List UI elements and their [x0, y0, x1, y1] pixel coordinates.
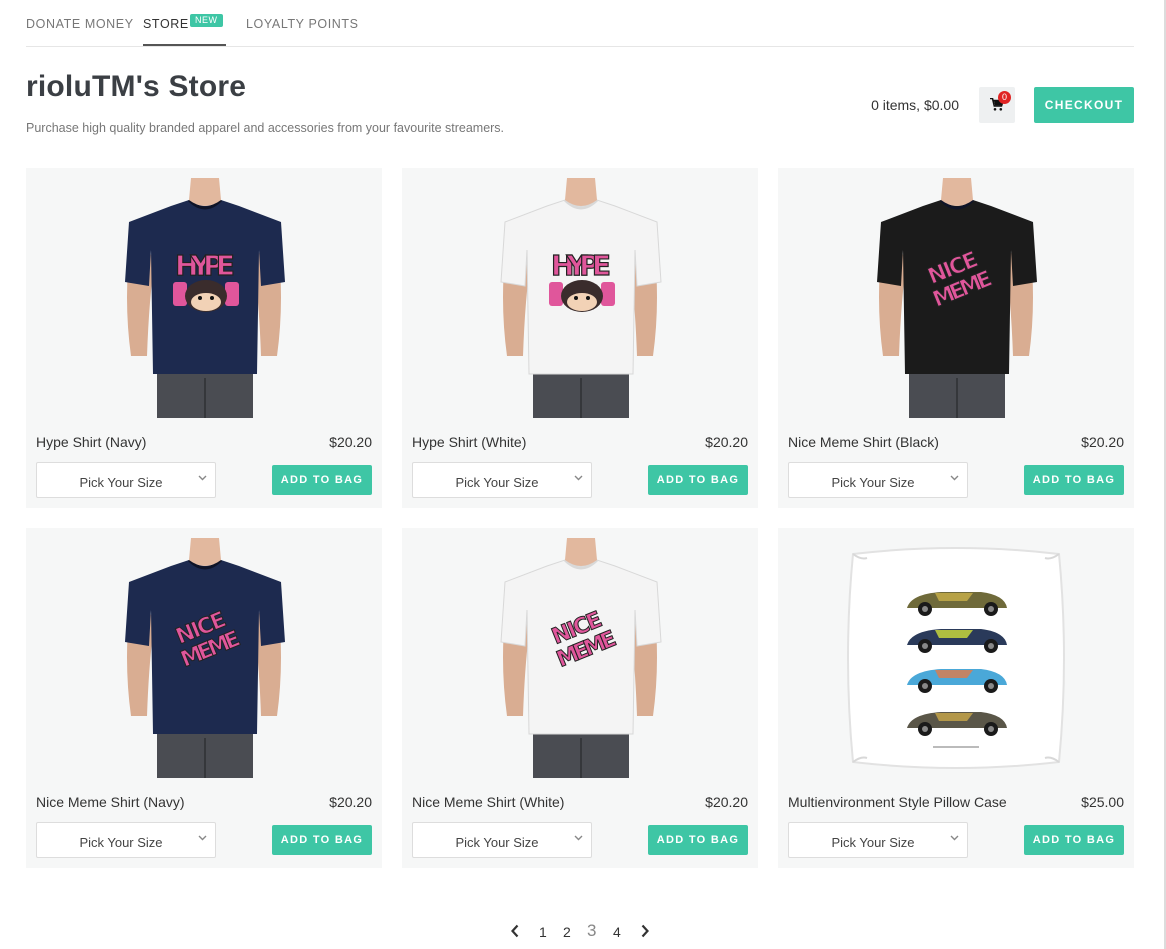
product-card: HYPE Hype Shirt (White) $20.20 Pick Your Si…: [402, 168, 758, 508]
page-title: rioluTM's Store: [26, 70, 247, 103]
product-price: $20.20: [329, 794, 372, 810]
product-price: $20.20: [705, 434, 748, 450]
svg-text:HYPE: HYPE: [551, 249, 611, 282]
add-to-bag-button[interactable]: ADD TO BAG: [648, 465, 748, 495]
chevron-down-icon: [198, 473, 207, 484]
product-name[interactable]: Nice Meme Shirt (Navy): [36, 794, 185, 810]
chevron-down-icon: [574, 833, 583, 844]
chevron-down-icon: [574, 473, 583, 484]
product-image-frame[interactable]: HYPE: [402, 178, 758, 418]
product-image-frame[interactable]: HYPE: [26, 178, 382, 418]
tab-donate-money[interactable]: DONATE MONEY: [26, 17, 134, 31]
add-to-bag-button[interactable]: ADD TO BAG: [648, 825, 748, 855]
chevron-down-icon: [950, 473, 959, 484]
product-price: $20.20: [705, 794, 748, 810]
product-image-frame[interactable]: NICE MEME: [402, 538, 758, 778]
product-image: [847, 547, 1065, 769]
page-subtitle: Purchase high quality branded apparel an…: [26, 121, 505, 135]
product-image-frame[interactable]: [778, 538, 1134, 778]
product-name[interactable]: Hype Shirt (Navy): [36, 434, 146, 450]
size-select[interactable]: Pick Your Size: [36, 822, 216, 858]
size-select[interactable]: Pick Your Size: [412, 822, 592, 858]
add-to-bag-button[interactable]: ADD TO BAG: [1024, 825, 1124, 855]
active-tab-indicator: [143, 44, 226, 46]
product-card: NICE MEME Nice Meme Shirt (Black) $20.20 Pic…: [778, 168, 1134, 508]
product-name[interactable]: Nice Meme Shirt (Black): [788, 434, 939, 450]
product-name[interactable]: Nice Meme Shirt (White): [412, 794, 564, 810]
chevron-down-icon: [950, 833, 959, 844]
product-card: HYPE Hype Shirt (Navy) $20.20 Pick Your Siz…: [26, 168, 382, 508]
product-price: $20.20: [329, 434, 372, 450]
tab-store[interactable]: STORE: [143, 17, 189, 31]
size-select-value: Pick Your Size: [79, 475, 163, 490]
add-to-bag-button[interactable]: ADD TO BAG: [272, 465, 372, 495]
size-select[interactable]: Pick Your Size: [788, 822, 968, 858]
size-select-value: Pick Your Size: [79, 835, 163, 850]
size-select[interactable]: Pick Your Size: [412, 462, 592, 498]
product-card: NICE MEME Nice Meme Shirt (White) $20.20 Pic…: [402, 528, 758, 868]
size-select[interactable]: Pick Your Size: [788, 462, 968, 498]
cart-count-badge: 0: [998, 91, 1011, 104]
page-link-1[interactable]: 1: [539, 924, 547, 940]
product-price: $25.00: [1081, 794, 1124, 810]
product-image: NICEMEME: [125, 538, 285, 778]
product-image-frame[interactable]: NICE MEME: [778, 178, 1134, 418]
cart-button[interactable]: 0: [979, 87, 1015, 123]
tab-bar: DONATE MONEY STORE NEW LOYALTY POINTS: [26, 0, 1134, 47]
prev-page-icon[interactable]: [510, 924, 520, 943]
product-price: $20.20: [1081, 434, 1124, 450]
size-select-value: Pick Your Size: [831, 835, 915, 850]
pagination: 1 2 3 4: [26, 920, 1134, 944]
cart-summary: 0 items, $0.00: [871, 97, 959, 113]
store-page: DONATE MONEY STORE NEW LOYALTY POINTS ri…: [26, 0, 1134, 940]
add-to-bag-button[interactable]: ADD TO BAG: [1024, 465, 1124, 495]
svg-text:HYPE: HYPE: [175, 249, 235, 282]
product-name[interactable]: Multienvironment Style Pillow Case: [788, 794, 1007, 810]
product-image: NICEMEME: [877, 178, 1037, 418]
new-badge: NEW: [190, 14, 223, 27]
size-select-value: Pick Your Size: [455, 475, 539, 490]
checkout-button[interactable]: CHECKOUT: [1034, 87, 1134, 123]
chevron-down-icon: [198, 833, 207, 844]
product-image: NICEMEME: [500, 538, 662, 778]
next-page-icon[interactable]: [640, 924, 650, 943]
tab-loyalty-points[interactable]: LOYALTY POINTS: [246, 17, 359, 31]
size-select[interactable]: Pick Your Size: [36, 462, 216, 498]
page-link-4[interactable]: 4: [613, 924, 621, 940]
add-to-bag-button[interactable]: ADD TO BAG: [272, 825, 372, 855]
size-select-value: Pick Your Size: [831, 475, 915, 490]
product-image: HYPE: [125, 178, 285, 418]
size-select-value: Pick Your Size: [455, 835, 539, 850]
page-link-2[interactable]: 2: [563, 924, 571, 940]
product-card: NICE MEME Nice Meme Shirt (Navy) $20.20 Pick…: [26, 528, 382, 868]
product-card: Multienvironment Style Pillow Case $25.00…: [778, 528, 1134, 868]
product-image: HYPE: [500, 178, 662, 418]
page-link-3-current[interactable]: 3: [587, 921, 596, 941]
product-image-frame[interactable]: NICE MEME: [26, 538, 382, 778]
product-name[interactable]: Hype Shirt (White): [412, 434, 526, 450]
